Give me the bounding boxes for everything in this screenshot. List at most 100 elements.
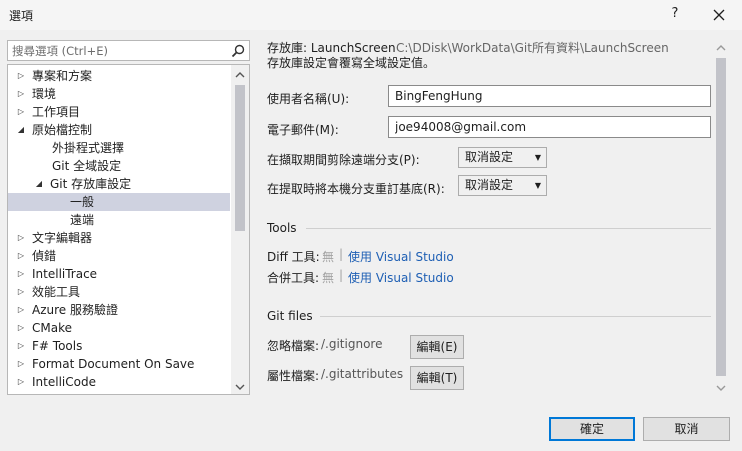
username-input[interactable] [389, 86, 710, 106]
diff-tool-link[interactable]: 使用 Visual Studio [348, 248, 454, 265]
panel-scrollbar[interactable] [712, 38, 730, 395]
collapsed-arrow-icon[interactable]: ▷ [16, 265, 26, 283]
tree-item[interactable]: ▷ 效能工具 [8, 283, 230, 301]
tree-item[interactable]: 遠端 [8, 211, 230, 229]
tree-scroll-thumb[interactable] [235, 85, 245, 231]
email-input[interactable] [389, 117, 710, 137]
rebase-value: 取消設定 [465, 178, 514, 192]
tree-item-label: 一般 [70, 195, 95, 209]
ok-button[interactable]: 確定 [549, 417, 635, 441]
prune-label: 在擷取期間剪除遠端分支(P): [267, 153, 420, 167]
help-button[interactable]: ? [664, 3, 686, 25]
collapsed-arrow-icon[interactable]: ▷ [16, 301, 26, 319]
diff-none: 無 [322, 250, 335, 264]
rebase-select[interactable]: 取消設定 ▼ [458, 175, 547, 196]
cancel-button[interactable]: 取消 [643, 417, 730, 441]
tree-item-label: IntelliTrace [32, 267, 98, 281]
tree-item-label: 專案和方案 [32, 69, 93, 83]
tree-item-label: 外掛程式選擇 [52, 141, 125, 155]
tree-item-label: Git 全域設定 [52, 159, 122, 173]
tree-item-label: F# Tools [32, 339, 83, 353]
tree-item-label: 原始檔控制 [32, 123, 93, 137]
email-label: 電子郵件(M): [267, 123, 339, 137]
tree-item-label: 效能工具 [32, 285, 81, 299]
gitfiles-header: Git files [267, 309, 313, 323]
diff-label: Diff 工具: [267, 250, 320, 264]
separator: | [339, 247, 344, 261]
tree-item[interactable]: ▷ 工作項目 [8, 103, 230, 121]
tools-header: Tools [267, 221, 297, 235]
tree-item[interactable]: ▷ IntelliCode [8, 373, 230, 391]
tree-item[interactable]: Git 全域設定 [8, 157, 230, 175]
chevron-down-icon: ▼ [534, 153, 541, 162]
expanded-arrow-icon[interactable]: ◢ [16, 121, 26, 139]
tree-scrollbar[interactable] [231, 65, 249, 394]
tree-item[interactable]: ◢ Git 存放庫設定 [8, 175, 230, 193]
collapsed-arrow-icon[interactable]: ▷ [16, 247, 26, 265]
tree-item-label: Git 存放庫設定 [50, 177, 132, 191]
collapsed-arrow-icon[interactable]: ▷ [16, 319, 26, 337]
tools-divider [306, 228, 711, 229]
panel-scroll-thumb[interactable] [716, 58, 726, 376]
username-field[interactable] [388, 85, 711, 107]
tree-item[interactable]: ▷ 偵錯 [8, 247, 230, 265]
close-icon[interactable] [708, 4, 730, 26]
collapsed-arrow-icon[interactable]: ▷ [16, 103, 26, 121]
email-field[interactable] [388, 116, 711, 138]
tree-item[interactable]: ▷ Azure 服務驗證 [8, 301, 230, 319]
scroll-down-icon[interactable] [235, 381, 245, 391]
tree-item[interactable]: ▷ 專案和方案 [8, 67, 230, 85]
ignore-value: /.gitignore [321, 337, 383, 351]
username-label: 使用者名稱(U): [267, 92, 350, 106]
attr-value: /.gitattributes [321, 367, 404, 381]
merge-tool-link[interactable]: 使用 Visual Studio [348, 269, 454, 286]
tree-item-label: Azure 服務驗證 [32, 303, 118, 317]
tree-item-label: 環境 [32, 87, 57, 101]
tree-item[interactable]: ▷ 文字編輯器 [8, 229, 230, 247]
scroll-up-icon[interactable] [235, 69, 245, 79]
rebase-label: 在提取時將本機分支重訂基底(R): [267, 182, 445, 196]
tree-item-label: 遠端 [70, 213, 95, 227]
options-tree[interactable]: ▷ 專案和方案 ▷ 環境 ▷ 工作項目 ◢ 原始檔控制 外掛程式選擇 Git 全域設定 ◢ Git 存… [7, 64, 250, 395]
window-title: 選項 [9, 9, 34, 23]
collapsed-arrow-icon[interactable]: ▷ [16, 85, 26, 103]
attr-label: 屬性檔案: [267, 369, 320, 383]
collapsed-arrow-icon[interactable]: ▷ [16, 229, 26, 247]
gitfiles-divider [320, 316, 711, 317]
tree-item[interactable]: ▷ F# Tools [8, 337, 230, 355]
scroll-down-icon[interactable] [716, 382, 726, 392]
collapsed-arrow-icon[interactable]: ▷ [16, 373, 26, 391]
tree-item[interactable]: ▷ Format Document On Save [8, 355, 230, 373]
tree-item[interactable]: 外掛程式選擇 [8, 139, 230, 157]
tree-item-label: Format Document On Save [32, 357, 195, 371]
scroll-up-icon[interactable] [716, 42, 726, 52]
tree-item-label: CMake [32, 321, 72, 335]
ignore-label: 忽略檔案: [267, 339, 320, 353]
collapsed-arrow-icon[interactable]: ▷ [16, 355, 26, 373]
search-input[interactable] [8, 41, 223, 60]
tree-item-label: IntelliCode [32, 375, 96, 389]
expanded-arrow-icon[interactable]: ◢ [34, 175, 44, 193]
merge-label: 合併工具: [267, 271, 320, 285]
repo-note: 存放庫設定會覆寫全域設定值。 [267, 56, 436, 70]
tree-item[interactable]: ◢ 原始檔控制 [8, 121, 230, 139]
separator: | [339, 268, 344, 282]
tree-item[interactable]: ▷ IntelliTrace [8, 265, 230, 283]
prune-select[interactable]: 取消設定 ▼ [458, 147, 547, 168]
search-icon[interactable] [230, 43, 246, 59]
tree-item-label: 偵錯 [32, 249, 57, 263]
tree-item[interactable]: 一般 [8, 193, 230, 211]
repo-path: C:\DDisk\WorkData\Git所有資料\LaunchScreen [396, 41, 669, 55]
collapsed-arrow-icon[interactable]: ▷ [16, 283, 26, 301]
chevron-down-icon: ▼ [534, 181, 541, 190]
collapsed-arrow-icon[interactable]: ▷ [16, 67, 26, 85]
collapsed-arrow-icon[interactable]: ▷ [16, 337, 26, 355]
tree-item[interactable]: ▷ 環境 [8, 85, 230, 103]
edit-attributes-button[interactable]: 編輯(T) [410, 366, 464, 390]
title-bar: 選項 ? [0, 0, 742, 30]
tree-item-label: 文字編輯器 [32, 231, 93, 245]
merge-none: 無 [322, 271, 335, 285]
edit-ignore-button[interactable]: 編輯(E) [410, 335, 464, 359]
tree-item[interactable]: ▷ CMake [8, 319, 230, 337]
search-box[interactable] [7, 40, 250, 61]
